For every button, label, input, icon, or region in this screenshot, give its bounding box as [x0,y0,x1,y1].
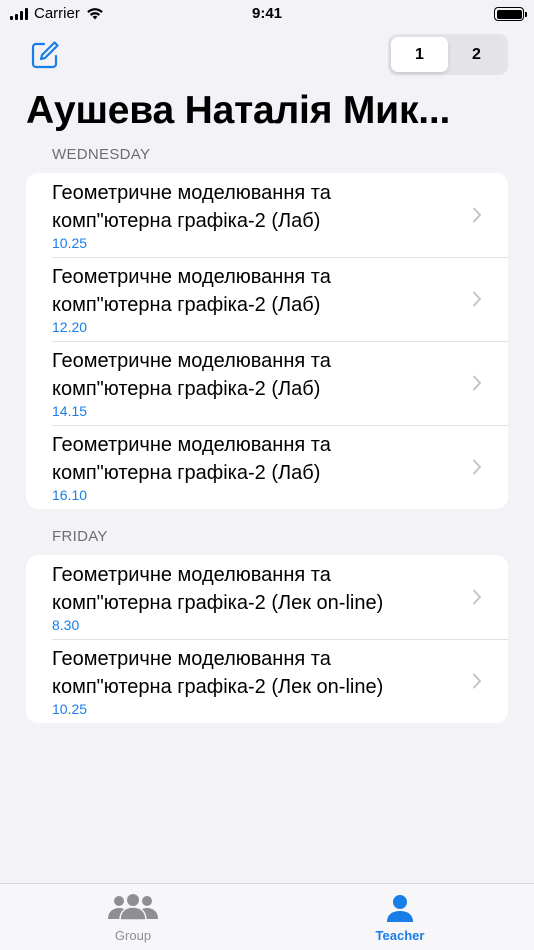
tab-label-teacher: Teacher [375,928,425,943]
lesson-title-line2: комп"ютерна графіка-2 (Лаб) [52,210,321,232]
lesson-title-line2: комп"ютерна графіка-2 (Лек on-line) [52,592,384,614]
tab-bar: Group Teacher [0,883,534,950]
tab-label-group: Group [114,928,152,943]
lesson-title-line1: Геометричне моделювання та [52,564,331,586]
chevron-right-icon [473,375,481,391]
lesson-title-line2: комп"ютерна графіка-2 (Лаб) [52,378,321,400]
lesson-title-line2: комп"ютерна графіка-2 (Лаб) [52,462,321,484]
week-segmented-control[interactable]: 1 2 [388,34,508,75]
chevron-right-icon [473,673,481,689]
compose-icon [31,41,59,69]
lesson-title-line1: Геометричне моделювання та [52,266,331,288]
page-title: Аушева Наталія Мик... [26,89,451,132]
list-item[interactable]: Геометричне моделювання та комп"ютерна г… [26,341,508,425]
person-icon [387,895,413,922]
wednesday-list: Геометричне моделювання та комп"ютерна г… [26,173,508,509]
section-header-wednesday: WEDNESDAY [52,146,151,163]
chevron-right-icon [473,291,481,307]
chevron-right-icon [473,589,481,605]
lesson-title-line1: Геометричне моделювання та [52,182,331,204]
tab-teacher[interactable]: Teacher [340,894,460,943]
lesson-time: 16.10 [52,487,88,503]
lesson-title-line1: Геометричне моделювання та [52,648,331,670]
lesson-time: 8.30 [52,617,80,633]
lesson-title-line2: комп"ютерна графіка-2 (Лек on-line) [52,676,384,698]
list-item[interactable]: Геометричне моделювання та комп"ютерна г… [26,173,508,257]
list-item[interactable]: Геометричне моделювання та комп"ютерна г… [26,555,508,639]
segment-week-2[interactable]: 2 [448,37,505,72]
segment-week-1[interactable]: 1 [391,37,448,72]
lesson-time: 10.25 [52,235,88,251]
friday-list: Геометричне моделювання та комп"ютерна г… [26,555,508,723]
list-item[interactable]: Геометричне моделювання та комп"ютерна г… [26,257,508,341]
tab-group[interactable]: Group [73,894,193,943]
battery-icon [494,7,527,21]
status-time: 9:41 [251,5,283,22]
list-item[interactable]: Геометричне моделювання та комп"ютерна г… [26,639,508,723]
lesson-time: 12.20 [52,319,88,335]
status-bar: Carrier 9:41 [0,0,534,28]
section-header-friday: FRIDAY [52,528,108,545]
chevron-right-icon [473,459,481,475]
list-item[interactable]: Геометричне моделювання та комп"ютерна г… [26,425,508,509]
chevron-right-icon [473,207,481,223]
lesson-title-line1: Геометричне моделювання та [52,434,331,456]
lesson-title-line2: комп"ютерна графіка-2 (Лаб) [52,294,321,316]
compose-button[interactable] [30,40,60,70]
group-icon [108,894,158,921]
lesson-time: 10.25 [52,701,88,717]
lesson-title-line1: Геометричне моделювання та [52,350,331,372]
lesson-time: 14.15 [52,403,88,419]
